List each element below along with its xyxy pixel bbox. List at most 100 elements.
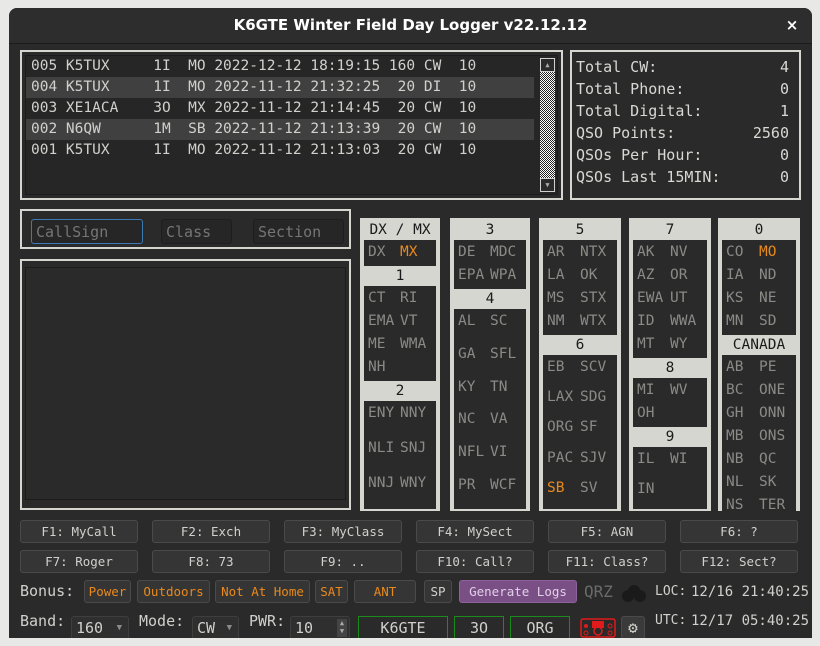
scroll-up-icon[interactable]: ▲ bbox=[540, 58, 555, 72]
band-value: 160 bbox=[76, 619, 104, 637]
section-group: DE MDC EPA WPA bbox=[454, 240, 526, 289]
section-item: KY bbox=[458, 378, 476, 395]
section-item: ONS bbox=[759, 428, 786, 444]
section-column: 7 AK NV AZ OR EWA UT ID WWA MT WY 8 MI WV OH 9 IL WI IN bbox=[629, 218, 711, 511]
log-row[interactable]: 005 K5TUX 1I MO 2022-12-12 18:19:15 160 … bbox=[26, 56, 534, 77]
stat-value: 0 bbox=[779, 80, 789, 98]
bonus-button-ant[interactable]: ANT bbox=[354, 580, 416, 603]
bonus-label: Bonus: bbox=[20, 582, 75, 600]
section-item: DE bbox=[458, 244, 476, 260]
section-item: AR bbox=[547, 244, 565, 260]
settings-button[interactable]: ⚙ bbox=[621, 616, 645, 638]
function-key-button-f2[interactable]: F2: Exch bbox=[152, 520, 270, 543]
section-item: MN bbox=[726, 313, 744, 329]
section-item: NB bbox=[726, 451, 744, 467]
section-item: NL bbox=[726, 474, 744, 490]
section-group-title: 0 bbox=[720, 220, 798, 240]
section-group: MI WV OH bbox=[633, 378, 707, 427]
function-key-button-f9[interactable]: F9: .. bbox=[284, 550, 402, 573]
section-group-title: 4 bbox=[452, 289, 528, 309]
section-item: SF bbox=[580, 419, 598, 436]
section-item: AB bbox=[726, 359, 744, 375]
bonus-button-power[interactable]: Power bbox=[84, 580, 131, 603]
class-input[interactable] bbox=[161, 219, 232, 244]
section-group-title: 6 bbox=[541, 335, 619, 355]
section-group: IL WI IN bbox=[633, 447, 707, 509]
contact-log-list[interactable]: 005 K5TUX 1I MO 2022-12-12 18:19:15 160 … bbox=[25, 55, 558, 195]
power-spinbox[interactable]: 10 ▲ ▼ bbox=[290, 616, 350, 638]
stat-value: 4 bbox=[779, 58, 789, 76]
chevron-down-icon: ▼ bbox=[116, 623, 122, 633]
stat-value: 2560 bbox=[752, 124, 789, 142]
section-item: CT bbox=[368, 290, 386, 306]
section-item: MB bbox=[726, 428, 744, 444]
function-key-button-f5[interactable]: F5: AGN bbox=[548, 520, 666, 543]
stat-label: QSO Points: bbox=[576, 124, 676, 142]
section-item: IL bbox=[637, 451, 655, 467]
band-select[interactable]: 160 ▼ bbox=[71, 616, 129, 638]
spin-arrows-icon[interactable]: ▲ ▼ bbox=[337, 619, 347, 637]
qrz-label[interactable]: QRZ bbox=[584, 582, 613, 601]
log-row[interactable]: 001 K5TUX 1I MO 2022-11-12 21:13:03 20 C… bbox=[26, 140, 534, 161]
section-item: NTX bbox=[580, 244, 607, 260]
function-key-button-f12[interactable]: F12: Sect? bbox=[680, 550, 798, 573]
bonus-button-sat[interactable]: SAT bbox=[315, 580, 348, 603]
bonus-button-not-at-home[interactable]: Not At Home bbox=[215, 580, 310, 603]
section-column: 0 CO MO IA ND KS NE MN SD CANADA AB PE BC ONE GH ONN MB O… bbox=[718, 218, 800, 519]
stat-value: 1 bbox=[779, 102, 789, 120]
utc-clock-value: 12/17 05:40:25 bbox=[691, 613, 810, 629]
function-key-button-f6[interactable]: F6: ? bbox=[680, 520, 798, 543]
window-title: K6GTE Winter Field Day Logger v22.12.12 bbox=[233, 16, 588, 34]
section-item: ND bbox=[759, 267, 777, 283]
section-group-title: 8 bbox=[631, 358, 709, 378]
main-window: K6GTE Winter Field Day Logger v22.12.12 … bbox=[9, 8, 812, 638]
section-item: OH bbox=[637, 405, 655, 421]
callsign-input[interactable] bbox=[31, 219, 143, 244]
stat-label: QSOs Last 15MIN: bbox=[576, 168, 721, 186]
generate-logs-button[interactable]: Generate Logs bbox=[459, 580, 577, 603]
stats-row: QSOs Per Hour: 0 bbox=[572, 144, 799, 166]
function-key-button-f11[interactable]: F11: Class? bbox=[548, 550, 666, 573]
section-item: EMA bbox=[368, 313, 395, 329]
section-item: AK bbox=[637, 244, 655, 260]
station-call: K6GTE bbox=[358, 616, 448, 638]
log-row[interactable]: 002 N6QW 1M SB 2022-11-12 21:13:39 20 CW… bbox=[26, 119, 534, 140]
section-item: RI bbox=[400, 290, 418, 306]
mode-select[interactable]: CW ▼ bbox=[192, 616, 239, 638]
log-scrollbar[interactable]: ▲ ▼ bbox=[540, 58, 555, 192]
section-item: SK bbox=[759, 474, 777, 490]
scroll-down-icon[interactable]: ▼ bbox=[540, 178, 555, 192]
section-item: PR bbox=[458, 477, 476, 494]
section-item: AZ bbox=[637, 267, 655, 283]
section-input[interactable] bbox=[253, 219, 344, 244]
function-key-button-f10[interactable]: F10: Call? bbox=[416, 550, 534, 573]
section-item: EB bbox=[547, 359, 565, 375]
function-key-button-f7[interactable]: F7: Roger bbox=[20, 550, 138, 573]
section-group-title: 2 bbox=[362, 381, 438, 401]
section-item: WV bbox=[670, 382, 688, 398]
log-row[interactable]: 004 K5TUX 1I MO 2022-11-12 21:32:25 20 D… bbox=[26, 77, 534, 98]
section-column: DX / MX DX MX 1 CT RI EMA VT ME WMA NH 2 ENY NNY NLI SN… bbox=[360, 218, 440, 511]
stats-row: Total Phone: 0 bbox=[572, 78, 799, 100]
section-item: WTX bbox=[580, 313, 607, 329]
radio-icon[interactable] bbox=[580, 618, 616, 638]
close-button[interactable]: × bbox=[782, 15, 802, 35]
bonus-button-outdoors[interactable]: Outdoors bbox=[137, 580, 210, 603]
section-item: NFL bbox=[458, 444, 485, 461]
section-item: MS bbox=[547, 290, 565, 306]
section-item: NC bbox=[458, 411, 476, 428]
info-text-area[interactable] bbox=[25, 267, 346, 500]
sp-button[interactable]: SP bbox=[424, 580, 452, 603]
function-key-button-f8[interactable]: F8: 73 bbox=[152, 550, 270, 573]
log-row[interactable]: 003 XE1ACA 3O MX 2022-11-12 21:14:45 20 … bbox=[26, 98, 534, 119]
section-item: ONN bbox=[759, 405, 786, 421]
section-item: VT bbox=[400, 313, 418, 329]
function-key-button-f3[interactable]: F3: MyClass bbox=[284, 520, 402, 543]
section-item: BC bbox=[726, 382, 744, 398]
section-group: AR NTX LA OK MS STX NM WTX bbox=[543, 240, 617, 335]
section-item: WWA bbox=[670, 313, 697, 329]
section-group-title: 3 bbox=[452, 220, 528, 240]
function-key-button-f1[interactable]: F1: MyCall bbox=[20, 520, 138, 543]
stat-label: Total CW: bbox=[576, 58, 658, 76]
function-key-button-f4[interactable]: F4: MySect bbox=[416, 520, 534, 543]
